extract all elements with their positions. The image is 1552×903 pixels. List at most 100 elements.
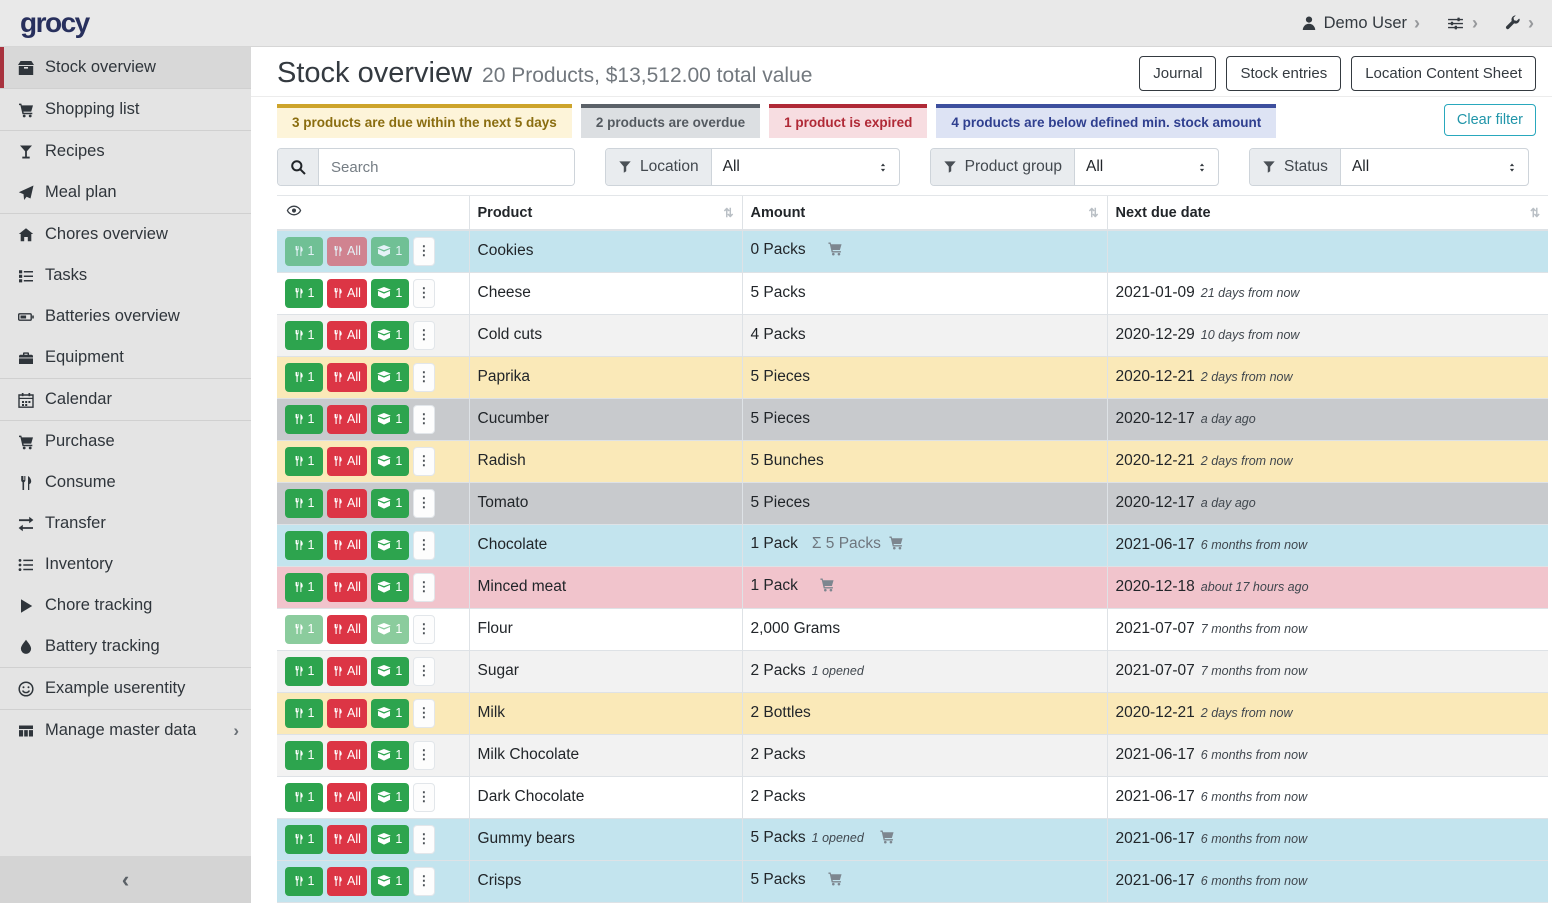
sidebar-item-chore-tracking[interactable]: Chore tracking [0, 585, 251, 626]
row-more-menu-button[interactable]: ⋮ [413, 615, 435, 644]
open-one-button[interactable]: 1 [371, 615, 409, 644]
row-more-menu-button[interactable]: ⋮ [413, 489, 435, 518]
consume-one-button[interactable]: 1 [285, 279, 323, 308]
row-more-menu-button[interactable]: ⋮ [413, 867, 435, 896]
open-one-button[interactable]: 1 [371, 363, 409, 392]
row-more-menu-button[interactable]: ⋮ [413, 405, 435, 434]
consume-all-button[interactable]: All [327, 321, 367, 350]
sidebar-item-batteries-overview[interactable]: Batteries overview [0, 296, 251, 337]
row-more-menu-button[interactable]: ⋮ [413, 321, 435, 350]
row-more-menu-button[interactable]: ⋮ [413, 783, 435, 812]
consume-all-button[interactable]: All [327, 531, 367, 560]
consume-all-button[interactable]: All [327, 489, 367, 518]
row-more-menu-button[interactable]: ⋮ [413, 657, 435, 686]
consume-one-button[interactable]: 1 [285, 825, 323, 854]
row-more-menu-button[interactable]: ⋮ [413, 237, 435, 266]
consume-one-button[interactable]: 1 [285, 405, 323, 434]
search-input[interactable] [319, 149, 574, 185]
sidebar-item-chores-overview[interactable]: Chores overview [0, 214, 251, 255]
due-date-column-header[interactable]: Next due date⇅ [1107, 196, 1548, 231]
consume-all-button[interactable]: All [327, 279, 367, 308]
consume-all-button[interactable]: All [327, 405, 367, 434]
open-one-button[interactable]: 1 [371, 657, 409, 686]
consume-all-button[interactable]: All [327, 699, 367, 728]
consume-one-button[interactable]: 1 [285, 321, 323, 350]
expired-banner[interactable]: 1 product is expired [769, 104, 927, 138]
open-one-button[interactable]: 1 [371, 447, 409, 476]
consume-one-button[interactable]: 1 [285, 363, 323, 392]
consume-one-button[interactable]: 1 [285, 447, 323, 476]
journal-button[interactable]: Journal [1139, 56, 1216, 91]
sidebar-item-manage-master-data[interactable]: Manage master data › [0, 710, 251, 751]
sidebar-item-consume[interactable]: Consume [0, 462, 251, 503]
open-one-button[interactable]: 1 [371, 489, 409, 518]
amount-column-header[interactable]: Amount⇅ [742, 196, 1107, 231]
consume-all-button[interactable]: All [327, 573, 367, 602]
row-more-menu-button[interactable]: ⋮ [413, 363, 435, 392]
consume-all-button[interactable]: All [327, 615, 367, 644]
sidebar-item-recipes[interactable]: Recipes [0, 131, 251, 172]
open-one-button[interactable]: 1 [371, 825, 409, 854]
row-more-menu-button[interactable]: ⋮ [413, 531, 435, 560]
clear-filter-button[interactable]: Clear filter [1444, 104, 1536, 136]
sidebar-item-shopping-list[interactable]: Shopping list [0, 89, 251, 130]
consume-one-button[interactable]: 1 [285, 237, 323, 266]
consume-all-button[interactable]: All [327, 825, 367, 854]
sort-icon[interactable]: ⇅ [1530, 206, 1540, 220]
user-menu[interactable]: Demo User › [1301, 14, 1420, 33]
sort-icon[interactable]: ⇅ [1088, 206, 1098, 220]
open-one-button[interactable]: 1 [371, 531, 409, 560]
consume-all-button[interactable]: All [327, 657, 367, 686]
open-one-button[interactable]: 1 [371, 573, 409, 602]
sidebar-item-transfer[interactable]: Transfer [0, 503, 251, 544]
consume-one-button[interactable]: 1 [285, 741, 323, 770]
sidebar-item-example-userentity[interactable]: Example userentity [0, 668, 251, 709]
row-more-menu-button[interactable]: ⋮ [413, 825, 435, 854]
stock-entries-button[interactable]: Stock entries [1226, 56, 1341, 91]
sort-icon[interactable]: ⇅ [723, 206, 733, 220]
row-more-menu-button[interactable]: ⋮ [413, 699, 435, 728]
open-one-button[interactable]: 1 [371, 741, 409, 770]
product-column-header[interactable]: Product⇅ [469, 196, 742, 231]
due-soon-banner[interactable]: 3 products are due within the next 5 day… [277, 104, 572, 138]
below-min-stock-banner[interactable]: 4 products are below defined min. stock … [936, 104, 1276, 138]
open-one-button[interactable]: 1 [371, 699, 409, 728]
open-one-button[interactable]: 1 [371, 867, 409, 896]
eye-icon[interactable] [285, 206, 303, 222]
location-filter-select[interactable]: All [712, 149, 899, 185]
sidebar-item-purchase[interactable]: Purchase [0, 421, 251, 462]
consume-all-button[interactable]: All [327, 363, 367, 392]
open-one-button[interactable]: 1 [371, 405, 409, 434]
row-more-menu-button[interactable]: ⋮ [413, 573, 435, 602]
admin-menu[interactable]: › [1504, 14, 1534, 32]
row-more-menu-button[interactable]: ⋮ [413, 279, 435, 308]
consume-one-button[interactable]: 1 [285, 531, 323, 560]
consume-all-button[interactable]: All [327, 867, 367, 896]
sidebar-collapse-button[interactable]: ‹ [0, 856, 251, 903]
sidebar-item-inventory[interactable]: Inventory [0, 544, 251, 585]
consume-all-button[interactable]: All [327, 741, 367, 770]
consume-all-button[interactable]: All [327, 447, 367, 476]
product-group-filter-select[interactable]: All [1075, 149, 1218, 185]
consume-one-button[interactable]: 1 [285, 699, 323, 728]
consume-all-button[interactable]: All [327, 237, 367, 266]
sidebar-item-meal-plan[interactable]: Meal plan [0, 172, 251, 213]
consume-one-button[interactable]: 1 [285, 615, 323, 644]
sidebar-item-battery-tracking[interactable]: Battery tracking [0, 626, 251, 667]
consume-one-button[interactable]: 1 [285, 657, 323, 686]
sidebar-item-tasks[interactable]: Tasks [0, 255, 251, 296]
consume-one-button[interactable]: 1 [285, 783, 323, 812]
settings-menu[interactable]: › [1446, 14, 1478, 32]
open-one-button[interactable]: 1 [371, 279, 409, 308]
row-more-menu-button[interactable]: ⋮ [413, 447, 435, 476]
sidebar-item-calendar[interactable]: Calendar [0, 379, 251, 420]
consume-all-button[interactable]: All [327, 783, 367, 812]
consume-one-button[interactable]: 1 [285, 867, 323, 896]
sidebar-item-equipment[interactable]: Equipment [0, 337, 251, 378]
sidebar-item-stock-overview[interactable]: Stock overview [0, 47, 251, 88]
status-filter-select[interactable]: All [1341, 149, 1528, 185]
consume-one-button[interactable]: 1 [285, 573, 323, 602]
open-one-button[interactable]: 1 [371, 783, 409, 812]
overdue-banner[interactable]: 2 products are overdue [581, 104, 760, 138]
open-one-button[interactable]: 1 [371, 321, 409, 350]
